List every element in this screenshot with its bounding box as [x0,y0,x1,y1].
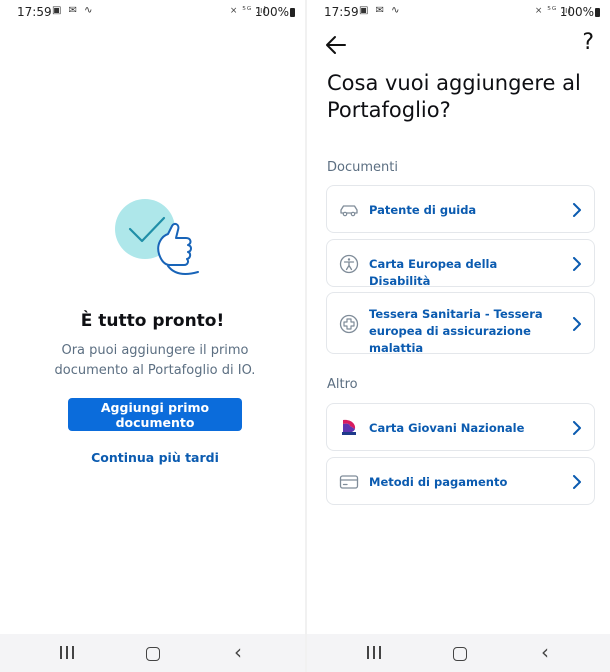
system-navigation-bar: ‹ [307,634,610,672]
battery-percent: 100% [254,5,289,19]
list-item-label: Carta Europea della Disabilità [369,257,498,288]
list-item-label: Metodi di pagamento [369,475,508,489]
accessibility-icon [339,254,359,274]
credit-card-icon [339,475,359,489]
list-item-metodi-pagamento[interactable]: Metodi di pagamento [326,457,595,505]
description-text: Ora puoi aggiungere il primo documento a… [54,343,256,378]
add-first-document-button[interactable]: Aggiungi primo documento [68,398,242,431]
health-card-icon [339,314,359,334]
right-screen: 17:59 ▣ ✉ ∿ ⨯ ⁵ᴳ .ıl 100% ? Cosa vuoi ag… [307,0,610,672]
section-title-documenti: Documenti [327,160,398,175]
notification-icons: ▣ ✉ ∿ [52,5,95,16]
list-item-tessera-sanitaria[interactable]: Tessera Sanitaria - Tessera europea di a… [326,292,595,355]
check-thumbs-up-illustration [115,199,199,275]
list-item-label: Carta Giovani Nazionale [369,421,525,435]
home-icon[interactable] [453,647,467,661]
status-bar: 17:59 ▣ ✉ ∿ ⨯ ⁵ᴳ .ıl 100% [307,0,610,24]
battery-percent: 100% [559,5,594,19]
arrow-left-icon[interactable] [325,34,347,56]
section-title-altro: Altro [327,377,358,392]
chevron-right-icon [573,475,581,489]
status-bar: 17:59 ▣ ✉ ∿ ⨯ ⁵ᴳ .ıl 100% [0,0,305,24]
list-item-patente[interactable]: Patente di guida [326,185,595,233]
status-time: 17:59 [324,5,359,19]
status-time: 17:59 [17,5,52,19]
back-nav-icon[interactable]: ‹ [541,642,565,663]
home-icon[interactable] [146,647,160,661]
list-item-label: Tessera Sanitaria - Tessera europea di a… [369,307,543,355]
list-item-carta-disabilita[interactable]: Carta Europea della Disabilità [326,239,595,288]
chevron-right-icon [573,203,581,217]
help-icon[interactable]: ? [582,30,594,55]
carta-giovani-logo [342,419,356,435]
car-icon [340,205,358,217]
notification-icons: ▣ ✉ ∿ [359,5,402,16]
left-screen: 17:59 ▣ ✉ ∿ ⨯ ⁵ᴳ .ıl 100% È tutto pronto… [0,0,305,672]
list-item-label: Patente di guida [369,203,477,217]
battery-indicator: 100% [255,5,295,19]
list-item-carta-giovani[interactable]: Carta Giovani Nazionale [326,403,595,451]
system-navigation-bar: ‹ [0,634,305,672]
recent-apps-icon[interactable] [60,643,74,663]
page-title: È tutto pronto! [80,311,225,331]
back-nav-icon[interactable]: ‹ [234,642,258,663]
chevron-right-icon [573,257,581,271]
battery-icon [290,8,295,17]
chevron-right-icon [573,317,581,331]
page-title: Cosa vuoi aggiungere al Portafoglio? [327,71,581,122]
chevron-right-icon [573,421,581,435]
battery-indicator: 100% [560,5,600,19]
battery-icon [595,8,600,17]
continue-later-link[interactable]: Continua più tardi [60,450,250,465]
recent-apps-icon[interactable] [367,643,381,663]
